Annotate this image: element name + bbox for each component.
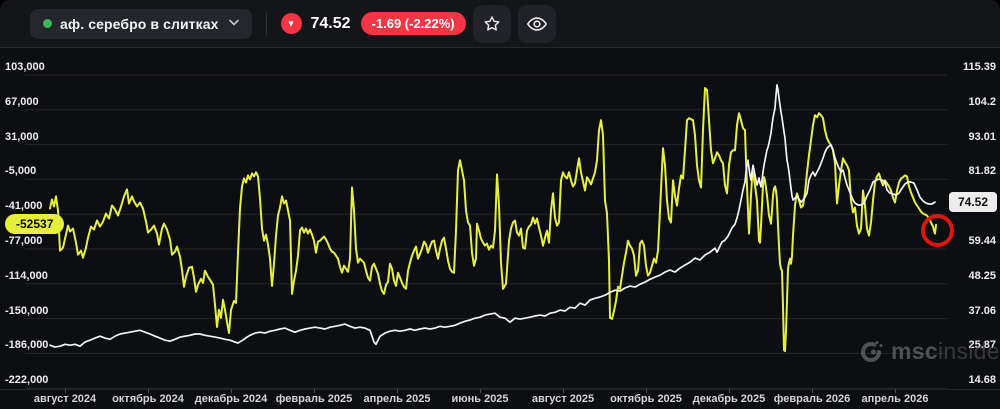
current-price-badge-right: 74.52 [948,192,997,213]
watermark-light: insider [937,338,1000,364]
status-dot-icon [43,19,52,28]
last-price: 74.52 [310,14,351,32]
trading-chart-window: 103,000 115.39 67,000 104.2 31,000 93.01 -5,00… [0,0,1000,409]
watermark-bold: msc [891,338,938,364]
chevron-down-icon [228,17,239,29]
symbol-label: аф. серебро в слитках [60,15,219,32]
eye-icon [526,13,548,35]
series-indicator [49,87,937,353]
red-circle-annotation [920,213,954,247]
symbol-selector-button[interactable]: аф. серебро в слитках [30,8,252,39]
x-axis-line [0,389,1000,390]
mscinsider-logo-icon [858,339,884,365]
star-icon [482,14,502,34]
watch-button[interactable] [517,4,556,43]
chart-region: 103,000 115.39 67,000 104.2 31,000 93.01 -5,00… [0,0,1000,409]
current-value-badge-left: -52537 [5,213,65,234]
chart-canvas[interactable] [0,0,1000,409]
change-badge: -1.69 (-2.22%) [360,12,466,35]
watermark-text: mscinsider [891,338,1000,365]
chart-header: аф. серебро в слитках ▼ 74.52 -1.69 (-2.… [0,0,1000,48]
series-price [49,84,936,348]
watermark: mscinsider [858,338,1000,365]
trend-down-icon: ▼ [280,13,302,34]
favorite-button[interactable] [472,4,511,43]
header-divider [265,12,267,35]
